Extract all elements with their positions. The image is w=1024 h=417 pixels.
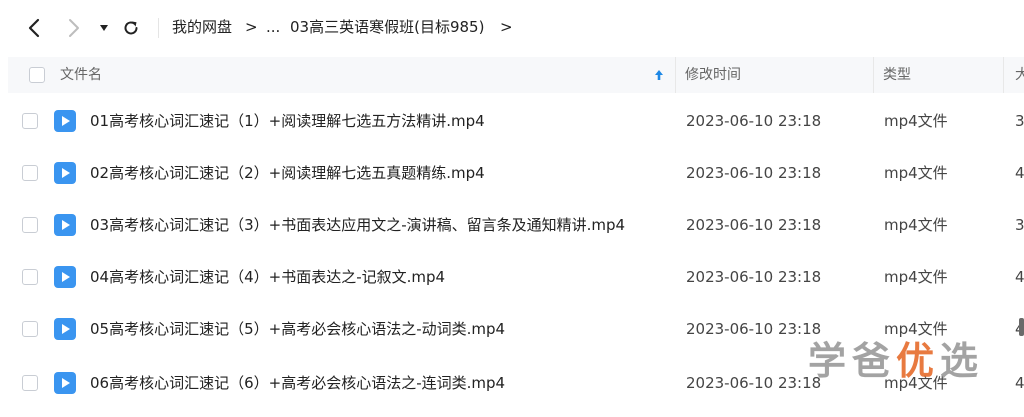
chevron-left-icon (28, 18, 40, 38)
caret-down-icon (100, 25, 108, 31)
watermark-part-1: 学爸 (808, 339, 897, 383)
column-divider[interactable] (675, 57, 676, 93)
file-name[interactable]: 06高考核心词汇速记（6）+高考必会核心语法之-连词类.mp4 (90, 357, 505, 409)
breadcrumb-current-arrow[interactable]: > (500, 17, 513, 37)
refresh-icon (124, 21, 138, 35)
video-file-icon (54, 162, 76, 184)
row-checkbox[interactable] (22, 113, 38, 129)
video-file-icon (54, 372, 76, 394)
file-name[interactable]: 03高考核心词汇速记（3）+书面表达应用文之-演讲稿、留言条及通知精讲.mp4 (90, 199, 625, 251)
column-header-modified[interactable]: 修改时间 (685, 57, 741, 93)
breadcrumb-ellipsis[interactable]: ... (266, 17, 280, 37)
video-file-icon (54, 266, 76, 288)
row-checkbox[interactable] (22, 165, 38, 181)
watermark: 学爸优选 (808, 330, 984, 385)
navigation-bar: 我的网盘 > ... 03高三英语寒假班(目标985) > (0, 0, 1024, 56)
column-divider[interactable] (1003, 57, 1004, 93)
video-file-icon (54, 110, 76, 132)
breadcrumb-separator: > (245, 18, 258, 36)
file-size: 3 (1015, 216, 1024, 234)
watermark-part-3: 选 (940, 339, 985, 383)
refresh-button[interactable] (120, 14, 142, 42)
file-size: 4 (1015, 374, 1024, 392)
row-checkbox[interactable] (22, 217, 38, 233)
forward-button[interactable] (62, 14, 86, 42)
file-list-header: 文件名 修改时间 类型 大 (8, 57, 1024, 93)
file-row[interactable]: 03高考核心词汇速记（3）+书面表达应用文之-演讲稿、留言条及通知精讲.mp4 … (0, 199, 1024, 251)
row-checkbox[interactable] (22, 269, 38, 285)
video-file-icon (54, 214, 76, 236)
sort-ascending-indicator[interactable] (654, 57, 664, 93)
file-type: mp4文件 (884, 112, 948, 130)
file-modified: 2023-06-10 23:18 (686, 112, 822, 130)
arrow-up-icon (655, 70, 663, 80)
row-checkbox[interactable] (22, 375, 38, 391)
file-size: 4 (1015, 268, 1024, 286)
column-header-size[interactable]: 大 (1015, 57, 1024, 93)
watermark-part-2: 优 (896, 339, 941, 383)
file-type: mp4文件 (884, 216, 948, 234)
video-file-icon (54, 318, 76, 340)
file-size: 4 (1015, 164, 1024, 182)
file-modified: 2023-06-10 23:18 (686, 216, 822, 234)
nav-divider (158, 18, 159, 38)
file-row[interactable]: 01高考核心词汇速记（1）+阅读理解七选五方法精讲.mp4 2023-06-10… (0, 95, 1024, 147)
row-checkbox[interactable] (22, 321, 38, 337)
back-button[interactable] (22, 14, 46, 42)
breadcrumb-current[interactable]: 03高三英语寒假班(目标985) (290, 17, 484, 37)
breadcrumb-root[interactable]: 我的网盘 (172, 17, 232, 37)
history-dropdown-button[interactable] (96, 14, 112, 42)
file-name[interactable]: 02高考核心词汇速记（2）+阅读理解七选五真题精练.mp4 (90, 147, 485, 199)
file-modified: 2023-06-10 23:18 (686, 164, 822, 182)
column-header-type[interactable]: 类型 (883, 57, 911, 93)
file-type: mp4文件 (884, 268, 948, 286)
file-name[interactable]: 05高考核心词汇速记（5）+高考必会核心语法之-动词类.mp4 (90, 303, 505, 355)
file-modified: 2023-06-10 23:18 (686, 268, 822, 286)
column-header-name[interactable]: 文件名 (60, 57, 102, 93)
scrollbar-thumb[interactable] (1019, 318, 1024, 336)
chevron-right-icon (69, 19, 79, 37)
file-name[interactable]: 04高考核心词汇速记（4）+书面表达之-记叙文.mp4 (90, 251, 445, 303)
select-all-checkbox[interactable] (29, 67, 45, 83)
column-divider[interactable] (873, 57, 874, 93)
file-row[interactable]: 04高考核心词汇速记（4）+书面表达之-记叙文.mp4 2023-06-10 2… (0, 251, 1024, 303)
file-modified: 2023-06-10 23:18 (686, 320, 822, 338)
file-modified: 2023-06-10 23:18 (686, 374, 822, 392)
file-size: 3 (1015, 112, 1024, 130)
file-name[interactable]: 01高考核心词汇速记（1）+阅读理解七选五方法精讲.mp4 (90, 95, 485, 147)
file-row[interactable]: 02高考核心词汇速记（2）+阅读理解七选五真题精练.mp4 2023-06-10… (0, 147, 1024, 199)
file-type: mp4文件 (884, 164, 948, 182)
